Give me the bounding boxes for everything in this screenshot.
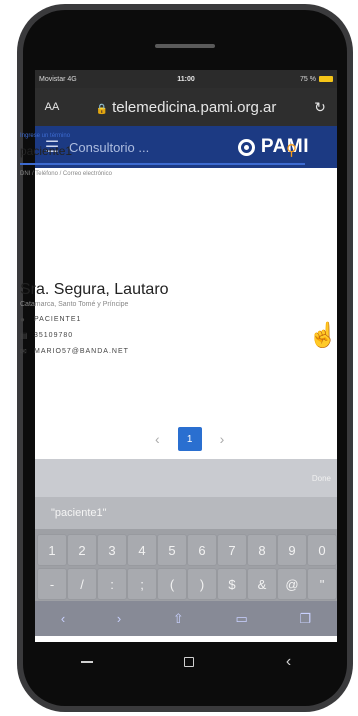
bookmarks-icon[interactable]: ▭ [236, 611, 248, 627]
user-icon: ● [20, 315, 25, 324]
back-icon[interactable]: ‹ [286, 653, 291, 671]
keyboard-row-numbers: 1 2 3 4 5 6 7 8 9 0 [37, 534, 337, 566]
back-arrow-icon[interactable]: ‹ [61, 611, 65, 626]
key[interactable]: 4 [127, 534, 157, 566]
tabs-icon[interactable]: ❐ [299, 611, 311, 627]
safari-toolbar: ‹ › ⇧ ▭ ❐ [35, 601, 337, 636]
recents-icon[interactable] [80, 661, 93, 663]
key[interactable]: " [307, 568, 337, 600]
key[interactable]: 7 [217, 534, 247, 566]
key[interactable]: 2 [67, 534, 97, 566]
key[interactable]: 8 [247, 534, 277, 566]
android-nav-bar: ‹ [35, 642, 337, 682]
home-icon[interactable] [184, 657, 195, 667]
keyboard-accessory-bar: Done [35, 459, 337, 497]
key[interactable]: ; [127, 568, 157, 600]
key[interactable]: 1 [37, 534, 67, 566]
key[interactable]: 5 [157, 534, 187, 566]
key[interactable]: ) [187, 568, 217, 600]
key[interactable]: : [97, 568, 127, 600]
keyboard-row-symbols: - / : ; ( ) $ & @ " [37, 568, 337, 600]
phone-icon: ▤ [20, 331, 28, 340]
key[interactable]: @ [277, 568, 307, 600]
share-icon[interactable]: ⇧ [173, 611, 184, 627]
done-button[interactable]: Done [312, 474, 331, 483]
forward-arrow-icon[interactable]: › [117, 611, 121, 626]
key[interactable]: 6 [187, 534, 217, 566]
mail-icon: ✉ [20, 347, 27, 356]
key[interactable]: 0 [307, 534, 337, 566]
key[interactable]: - [37, 568, 67, 600]
key[interactable]: 9 [277, 534, 307, 566]
key[interactable]: / [67, 568, 97, 600]
key[interactable]: 3 [97, 534, 127, 566]
keyboard-layer: Done "paciente1" 1 2 3 4 5 6 7 8 9 0 - /… [35, 64, 337, 636]
key[interactable]: $ [217, 568, 247, 600]
speaker-grille [155, 44, 215, 48]
key[interactable]: & [247, 568, 277, 600]
key[interactable]: ( [157, 568, 187, 600]
keyboard-suggestion[interactable]: "paciente1" [35, 497, 337, 529]
